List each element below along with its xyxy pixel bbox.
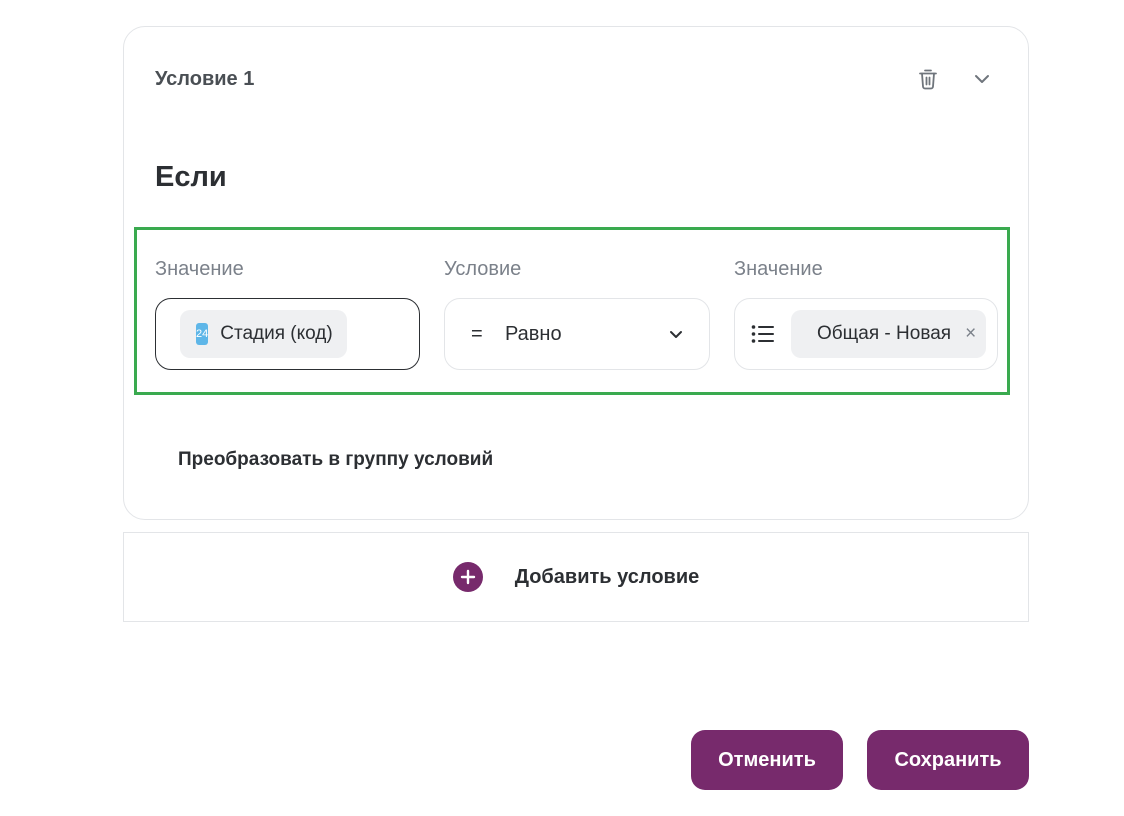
condition-row-highlight: Значение 24 Стадия (код) Условие = Равно [134, 227, 1010, 395]
equals-icon: = [471, 322, 483, 345]
value-label-left: Значение [155, 258, 244, 280]
field-chip[interactable]: 24 Стадия (код) [180, 310, 347, 358]
trash-icon[interactable] [914, 65, 942, 93]
convert-to-group-link[interactable]: Преобразовать в группу условий [178, 449, 493, 471]
chevron-down-icon[interactable] [968, 65, 996, 93]
operator-value: Равно [505, 322, 562, 345]
chevron-down-icon [669, 330, 683, 339]
value-field-right[interactable]: Общая - Новая × [734, 298, 998, 370]
condition-card: Условие 1 Если Значение 24 Стадия (код) … [123, 26, 1029, 520]
condition-editor: Условие 1 Если Значение 24 Стадия (код) … [0, 0, 1124, 816]
cancel-button[interactable]: Отменить [691, 730, 843, 790]
operator-label: Условие [444, 258, 522, 280]
list-icon[interactable] [751, 324, 775, 344]
condition-title: Условие 1 [155, 68, 255, 90]
card-actions [914, 65, 996, 93]
value-chip-label: Общая - Новая [817, 323, 952, 344]
add-condition-button[interactable]: Добавить условие [123, 532, 1029, 622]
field-chip-label: Стадия (код) [220, 323, 333, 344]
add-condition-label: Добавить условие [514, 565, 700, 588]
field-select-left[interactable]: 24 Стадия (код) [155, 298, 420, 370]
plus-circle-icon [452, 562, 483, 592]
operator-select[interactable]: = Равно [444, 298, 710, 370]
bitrix24-field-icon: 24 [196, 323, 209, 345]
value-label-right: Значение [734, 258, 823, 280]
save-button[interactable]: Сохранить [867, 730, 1029, 790]
if-heading: Если [155, 161, 227, 193]
close-icon[interactable]: × [965, 323, 976, 345]
value-chip: Общая - Новая × [791, 310, 987, 358]
